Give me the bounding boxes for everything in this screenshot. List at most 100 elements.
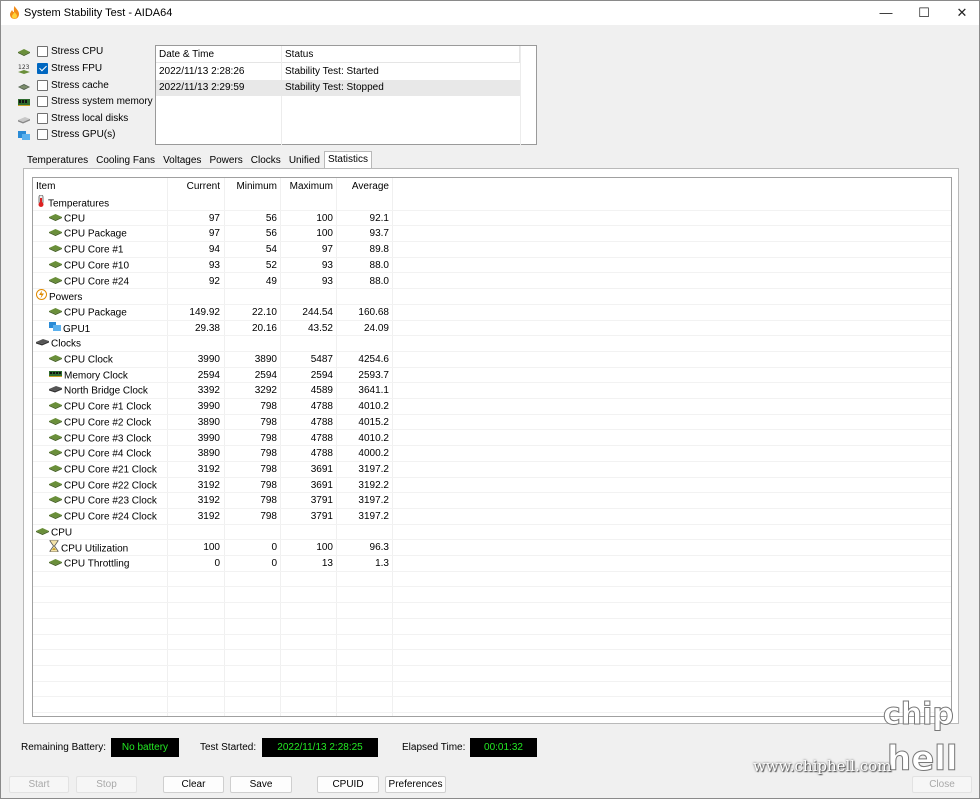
stress-fpu-checkbox[interactable] xyxy=(37,63,48,74)
table-row[interactable]: CPU Core #1 Clock 3990 798 4788 4010.2 xyxy=(33,399,951,415)
stress-gpu-option[interactable]: Stress GPU(s) xyxy=(17,127,115,142)
header-item[interactable]: Item xyxy=(36,178,55,195)
table-row[interactable]: CPU Throttling 0 0 13 1.3 xyxy=(33,556,951,572)
tab-powers[interactable]: Powers xyxy=(205,152,246,168)
table-row[interactable]: CPU Core #24 Clock 3192 798 3791 3197.2 xyxy=(33,509,951,525)
value-minimum: 0 xyxy=(271,542,277,554)
log-column-divider xyxy=(520,46,521,145)
group-row[interactable]: CPU xyxy=(33,525,951,541)
header-current[interactable]: Current xyxy=(167,178,220,195)
item-label: CPU Core #24 xyxy=(64,276,130,288)
log-row[interactable]: 2022/11/13 2:29:59 Stability Test: Stopp… xyxy=(156,80,520,96)
gpu-card-icon xyxy=(49,321,61,338)
value-current: 3192 xyxy=(197,495,220,507)
title-bar[interactable]: System Stability Test - AIDA64 — ☐ ✕ xyxy=(1,1,979,25)
group-row[interactable]: Powers xyxy=(33,289,951,305)
tab-unified[interactable]: Unified xyxy=(285,152,324,168)
value-maximum: 93 xyxy=(321,275,333,287)
header-average[interactable]: Average xyxy=(336,178,389,195)
table-row[interactable]: Memory Clock 2594 2594 2594 2593.7 xyxy=(33,368,951,384)
stress-cpu-checkbox[interactable] xyxy=(37,46,48,57)
table-row[interactable]: CPU Core #10 93 52 93 88.0 xyxy=(33,258,951,274)
table-row[interactable]: CPU Core #22 Clock 3192 798 3691 3192.2 xyxy=(33,478,951,494)
clear-button[interactable]: Clear xyxy=(163,776,224,793)
table-row[interactable]: CPU 97 56 100 92.1 xyxy=(33,211,951,227)
stress-memory-checkbox[interactable] xyxy=(37,96,48,107)
table-row[interactable]: GPU1 29.38 20.16 43.52 24.09 xyxy=(33,321,951,337)
table-row[interactable]: CPU Package 149.92 22.10 244.54 160.68 xyxy=(33,305,951,321)
table-row[interactable]: CPU Core #4 Clock 3890 798 4788 4000.2 xyxy=(33,446,951,462)
value-average: 3197.2 xyxy=(358,495,389,507)
stop-button[interactable]: Stop xyxy=(76,776,137,793)
value-minimum: 3292 xyxy=(254,385,277,397)
tab-statistics[interactable]: Statistics xyxy=(323,151,372,168)
aida64-window: System Stability Test - AIDA64 — ☐ ✕ Str… xyxy=(0,0,980,799)
item-name: CPU Core #21 Clock xyxy=(49,462,157,479)
statistics-table[interactable]: Item Current Minimum Maximum Average Tem… xyxy=(32,177,952,717)
stress-fpu-option[interactable]: 123 Stress FPU xyxy=(17,61,102,76)
table-row[interactable]: CPU Package 97 56 100 93.7 xyxy=(33,226,951,243)
table-row[interactable]: CPU Core #21 Clock 3192 798 3691 3197.2 xyxy=(33,462,951,478)
value-average: 4015.2 xyxy=(358,416,389,428)
start-button[interactable]: Start xyxy=(9,776,69,793)
empty-row xyxy=(33,603,951,619)
table-row[interactable]: CPU Core #1 94 54 97 89.8 xyxy=(33,242,951,258)
value-current: 29.38 xyxy=(194,322,220,334)
item-name: CPU Package xyxy=(49,226,127,243)
close-window-button[interactable]: ✕ xyxy=(939,1,980,25)
group-row[interactable]: Clocks xyxy=(33,336,951,352)
group-row[interactable]: Temperatures xyxy=(33,194,951,211)
value-average: 93.7 xyxy=(369,228,389,240)
header-maximum[interactable]: Maximum xyxy=(280,178,333,195)
table-row[interactable]: North Bridge Clock 3392 3292 4589 3641.1 xyxy=(33,383,951,400)
value-maximum: 244.54 xyxy=(302,306,333,318)
stress-disks-option[interactable]: Stress local disks xyxy=(17,111,128,126)
save-button[interactable]: Save xyxy=(230,776,292,793)
value-average: 3197.2 xyxy=(358,511,389,522)
value-minimum: 2594 xyxy=(254,369,277,381)
item-name: CPU Core #2 Clock xyxy=(49,415,151,432)
value-average: 24.09 xyxy=(363,322,389,334)
value-minimum: 798 xyxy=(260,495,277,507)
tab-voltages[interactable]: Voltages xyxy=(159,152,205,168)
item-label: North Bridge Clock xyxy=(64,386,148,398)
item-name: Memory Clock xyxy=(49,368,128,385)
table-row[interactable]: CPU Core #23 Clock 3192 798 3791 3197.2 xyxy=(33,493,951,509)
table-row[interactable]: CPU Utilization 100 0 100 96.3 xyxy=(33,539,951,557)
header-minimum[interactable]: Minimum xyxy=(224,178,277,195)
stress-gpu-checkbox[interactable] xyxy=(37,129,48,140)
preferences-button[interactable]: Preferences xyxy=(385,776,446,793)
stress-memory-option[interactable]: Stress system memory xyxy=(17,94,153,109)
tab-cooling-fans[interactable]: Cooling Fans xyxy=(92,152,159,168)
cpuid-button[interactable]: CPUID xyxy=(317,776,379,793)
svg-text:123: 123 xyxy=(18,64,30,71)
item-label: CPU xyxy=(51,527,73,539)
tab-temperatures[interactable]: Temperatures xyxy=(23,152,92,168)
item-name: CPU Core #10 xyxy=(49,258,129,275)
table-row[interactable]: CPU Clock 3990 3890 5487 4254.6 xyxy=(33,352,951,368)
log-header-status[interactable]: Status xyxy=(282,46,520,63)
value-average: 4000.2 xyxy=(358,448,389,460)
table-row[interactable]: CPU Core #24 92 49 93 88.0 xyxy=(33,274,951,290)
empty-row xyxy=(33,666,951,682)
value-minimum: 52 xyxy=(265,259,277,271)
value-maximum: 5487 xyxy=(310,354,333,365)
stress-disks-checkbox[interactable] xyxy=(37,113,48,124)
log-header-datetime[interactable]: Date & Time xyxy=(156,46,282,63)
item-label: CPU Core #10 xyxy=(64,260,130,272)
cpu-chip-icon xyxy=(18,48,30,56)
empty-row xyxy=(33,635,951,651)
value-minimum: 798 xyxy=(260,448,277,460)
tab-clocks[interactable]: Clocks xyxy=(247,152,285,168)
cpu-chip-icon xyxy=(49,509,62,525)
table-row[interactable]: CPU Core #3 Clock 3990 798 4788 4010.2 xyxy=(33,431,951,447)
item-label: CPU Throttling xyxy=(64,558,130,570)
stress-cache-checkbox[interactable] xyxy=(37,80,48,91)
group-name: CPU xyxy=(36,525,72,542)
value-maximum: 100 xyxy=(316,228,333,240)
stress-cpu-option[interactable]: Stress CPU xyxy=(17,44,103,59)
log-row[interactable]: 2022/11/13 2:28:26 Stability Test: Start… xyxy=(156,64,520,80)
stress-cache-option[interactable]: Stress cache xyxy=(17,78,109,93)
test-log-list[interactable]: Date & Time Status 2022/11/13 2:28:26 St… xyxy=(155,45,537,145)
table-row[interactable]: CPU Core #2 Clock 3890 798 4788 4015.2 xyxy=(33,415,951,431)
